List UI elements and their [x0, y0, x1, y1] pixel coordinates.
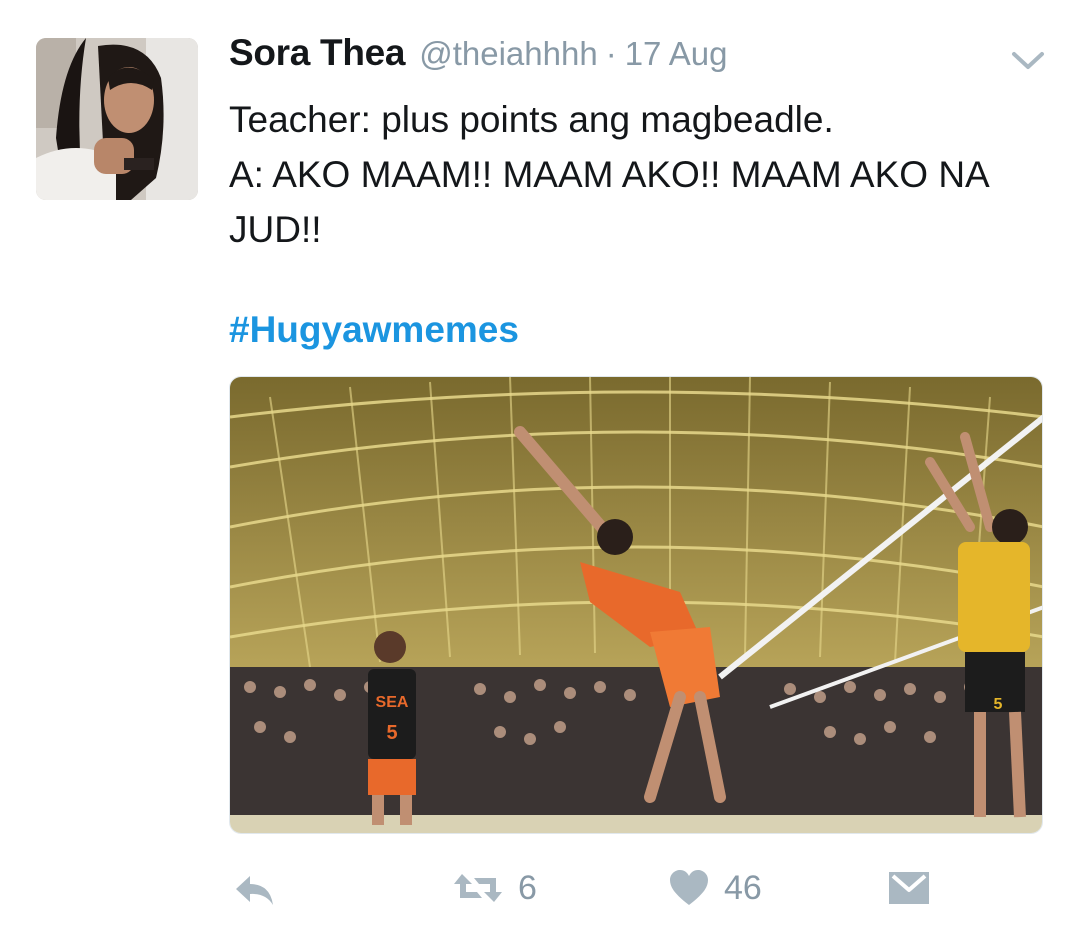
- tweet-text: Teacher: plus points ang magbeadle. A: A…: [229, 92, 1029, 257]
- svg-text:SEA: SEA: [376, 694, 409, 711]
- avatar-photo: [36, 38, 198, 200]
- tweet-text-line-1: Teacher: plus points ang magbeadle.: [229, 99, 834, 140]
- reply-button[interactable]: [232, 872, 276, 908]
- tweet-text-line-2: A: AKO MAAM!! MAAM AKO!! MAAM AKO NA JUD…: [229, 154, 988, 250]
- svg-text:5: 5: [994, 696, 1003, 713]
- retweet-count: 6: [518, 868, 537, 907]
- tweet-date[interactable]: 17 Aug: [625, 35, 728, 73]
- separator-dot: ·: [605, 35, 617, 72]
- tweet-media-photo[interactable]: SEA 5 5: [229, 376, 1043, 834]
- tweet-action-bar: 6 46: [0, 860, 1080, 920]
- reply-icon: [236, 876, 273, 905]
- tweet-header: Sora Thea @theiahhhh · 17 Aug: [229, 32, 727, 82]
- direct-message-icon: [889, 872, 929, 904]
- retweet-icon: [454, 874, 502, 902]
- author-name[interactable]: Sora Thea: [229, 32, 406, 74]
- author-handle[interactable]: @theiahhhh: [419, 35, 597, 73]
- like-button[interactable]: 46: [668, 868, 762, 908]
- chevron-down-icon[interactable]: [1010, 46, 1046, 74]
- hashtag-link[interactable]: #Hugyawmemes: [229, 305, 519, 355]
- avatar[interactable]: [36, 38, 198, 200]
- retweet-button[interactable]: 6: [452, 868, 537, 908]
- heart-icon: [670, 870, 708, 905]
- svg-text:5: 5: [386, 722, 397, 744]
- like-count: 46: [724, 868, 762, 907]
- direct-message-button[interactable]: [887, 868, 931, 908]
- volleyball-photo: SEA 5 5: [230, 377, 1042, 833]
